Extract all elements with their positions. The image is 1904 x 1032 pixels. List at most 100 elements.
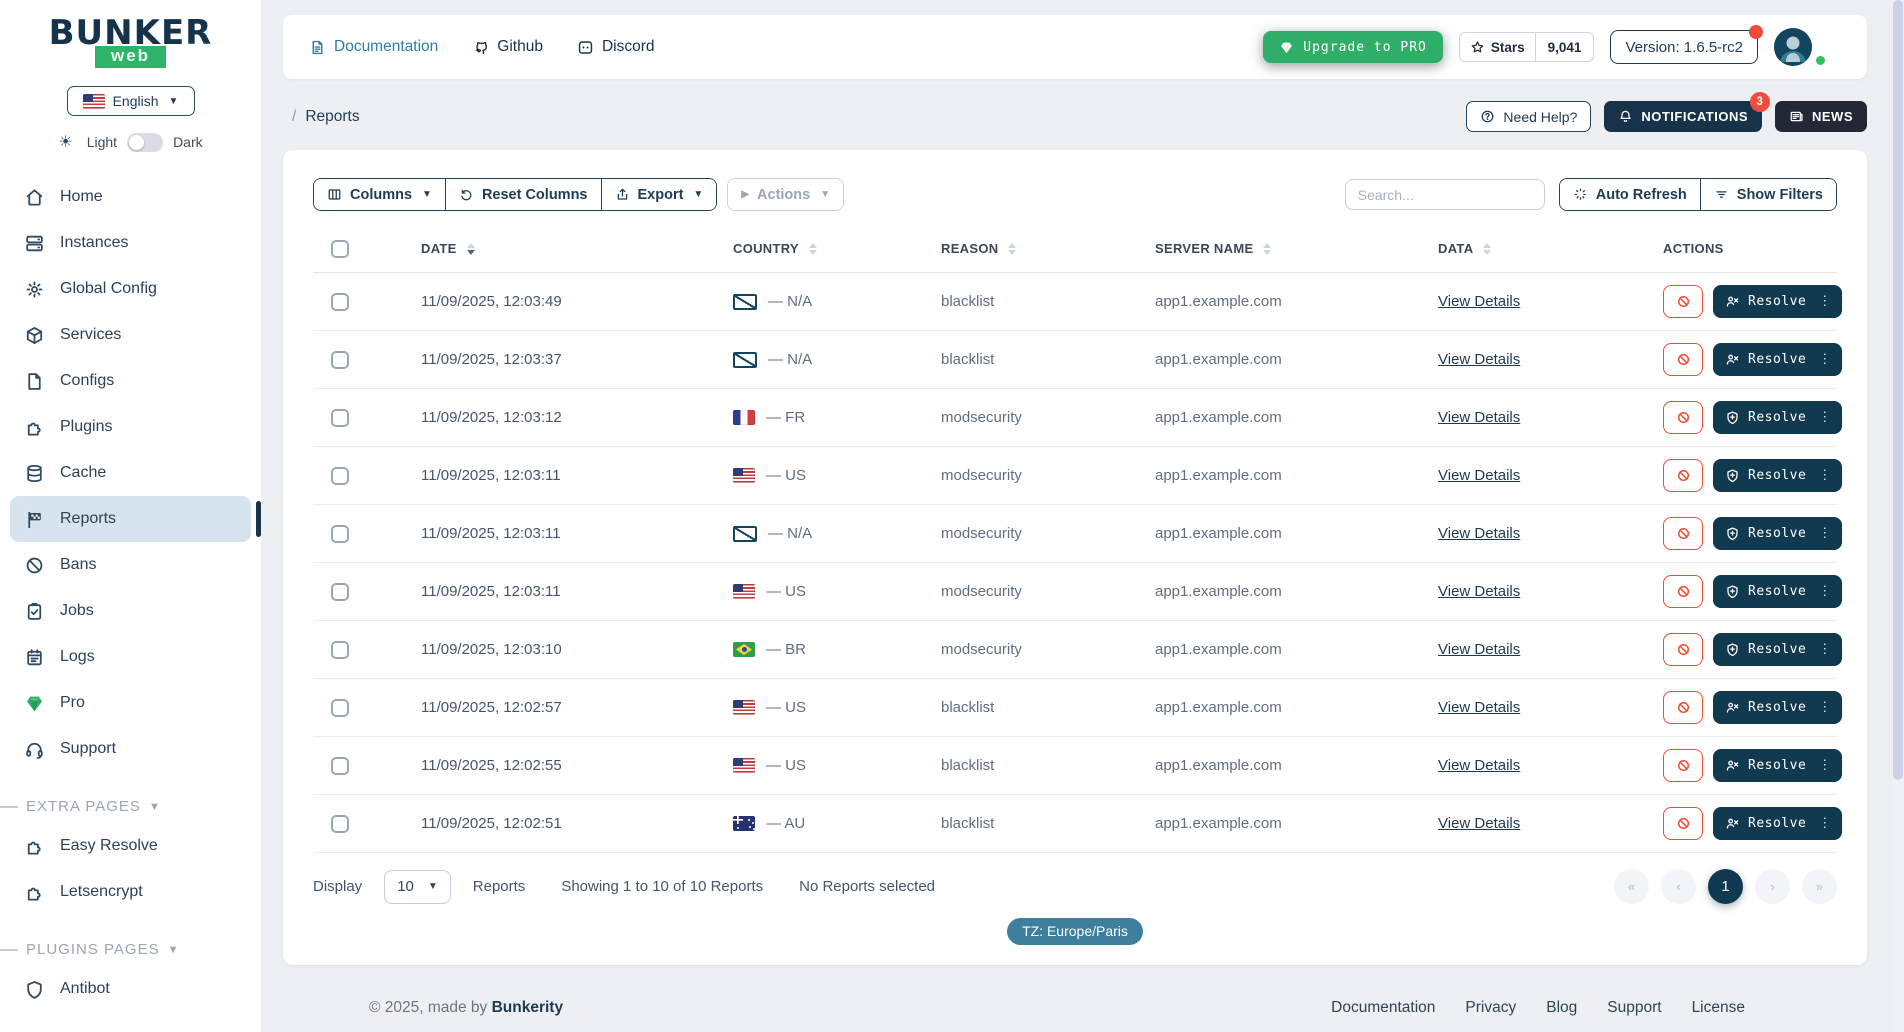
row-checkbox[interactable] — [331, 815, 349, 833]
export-button[interactable]: Export ▼ — [602, 179, 717, 210]
view-details-link[interactable]: View Details — [1438, 757, 1520, 774]
github-link[interactable]: Github — [472, 38, 543, 56]
ban-button[interactable] — [1663, 633, 1703, 666]
version-indicator[interactable]: Version: 1.6.5-rc2 — [1610, 30, 1758, 64]
discord-link[interactable]: Discord — [577, 38, 655, 56]
view-details-link[interactable]: View Details — [1438, 525, 1520, 542]
columns-button[interactable]: Columns ▼ — [314, 179, 446, 210]
resolve-button[interactable]: Resolve ⋮ — [1713, 517, 1842, 550]
column-header-country[interactable]: COUNTRY — [733, 241, 941, 256]
row-checkbox[interactable] — [331, 351, 349, 369]
sidebar-item-pro[interactable]: Pro — [10, 680, 251, 726]
view-details-link[interactable]: View Details — [1438, 293, 1520, 310]
sidebar-item-antibot[interactable]: Antibot — [10, 966, 251, 1012]
row-checkbox[interactable] — [331, 583, 349, 601]
ban-button[interactable] — [1663, 459, 1703, 492]
kebab-menu-icon[interactable]: ⋮ — [1814, 642, 1832, 657]
row-checkbox[interactable] — [331, 699, 349, 717]
footer-link-documentation[interactable]: Documentation — [1331, 999, 1435, 1017]
kebab-menu-icon[interactable]: ⋮ — [1814, 526, 1832, 541]
notifications-button[interactable]: NOTIFICATIONS 3 — [1604, 101, 1762, 132]
kebab-menu-icon[interactable]: ⋮ — [1814, 468, 1832, 483]
kebab-menu-icon[interactable]: ⋮ — [1814, 816, 1832, 831]
row-checkbox[interactable] — [331, 641, 349, 659]
page-size-select[interactable]: 10 ▼ — [384, 870, 451, 904]
sidebar-item-support[interactable]: Support — [10, 726, 251, 772]
resolve-button[interactable]: Resolve ⋮ — [1713, 633, 1842, 666]
sidebar-item-letsencrypt[interactable]: Letsencrypt — [10, 869, 251, 915]
row-checkbox[interactable] — [331, 757, 349, 775]
view-details-link[interactable]: View Details — [1438, 351, 1520, 368]
sidebar-item-easy-resolve[interactable]: Easy Resolve — [10, 823, 251, 869]
sidebar-item-cache[interactable]: Cache — [10, 450, 251, 496]
kebab-menu-icon[interactable]: ⋮ — [1814, 294, 1832, 309]
resolve-button[interactable]: Resolve ⋮ — [1713, 285, 1842, 318]
next-page-button[interactable]: › — [1755, 869, 1790, 904]
need-help-button[interactable]: Need Help? — [1466, 101, 1591, 132]
resolve-button[interactable]: Resolve ⋮ — [1713, 459, 1842, 492]
ban-button[interactable] — [1663, 401, 1703, 434]
sidebar-item-configs[interactable]: Configs — [10, 358, 251, 404]
row-checkbox[interactable] — [331, 467, 349, 485]
sidebar-item-instances[interactable]: Instances — [10, 220, 251, 266]
kebab-menu-icon[interactable]: ⋮ — [1814, 758, 1832, 773]
kebab-menu-icon[interactable]: ⋮ — [1814, 700, 1832, 715]
language-selector[interactable]: English ▼ — [67, 86, 195, 116]
actions-button[interactable]: ▶ Actions ▼ — [728, 179, 843, 210]
ban-button[interactable] — [1663, 807, 1703, 840]
sidebar-item-logs[interactable]: Logs — [10, 634, 251, 680]
kebab-menu-icon[interactable]: ⋮ — [1814, 410, 1832, 425]
sidebar-item-reports[interactable]: Reports — [10, 496, 251, 542]
last-page-button[interactable]: » — [1802, 869, 1837, 904]
ban-button[interactable] — [1663, 517, 1703, 550]
sidebar-section-plugins-pages[interactable]: PLUGINS PAGES ▼ — [10, 941, 251, 958]
column-header-date[interactable]: DATE — [421, 241, 733, 256]
resolve-button[interactable]: Resolve ⋮ — [1713, 691, 1842, 724]
avatar[interactable] — [1774, 28, 1812, 66]
show-filters-button[interactable]: Show Filters — [1701, 179, 1836, 210]
resolve-button[interactable]: Resolve ⋮ — [1713, 401, 1842, 434]
first-page-button[interactable]: « — [1614, 869, 1649, 904]
reset-columns-button[interactable]: Reset Columns — [446, 179, 602, 210]
sidebar-item-global-config[interactable]: Global Config — [10, 266, 251, 312]
row-checkbox[interactable] — [331, 293, 349, 311]
resolve-button[interactable]: Resolve ⋮ — [1713, 575, 1842, 608]
ban-button[interactable] — [1663, 285, 1703, 318]
brand-link[interactable]: Bunkerity — [492, 999, 564, 1016]
column-header-server-name[interactable]: SERVER NAME — [1155, 241, 1438, 256]
view-details-link[interactable]: View Details — [1438, 699, 1520, 716]
ban-button[interactable] — [1663, 691, 1703, 724]
view-details-link[interactable]: View Details — [1438, 583, 1520, 600]
kebab-menu-icon[interactable]: ⋮ — [1814, 584, 1832, 599]
select-all-checkbox[interactable] — [331, 240, 349, 258]
ban-button[interactable] — [1663, 749, 1703, 782]
prev-page-button[interactable]: ‹ — [1661, 869, 1696, 904]
stars-button[interactable]: Stars — [1460, 33, 1536, 61]
footer-link-license[interactable]: License — [1692, 999, 1745, 1017]
resolve-button[interactable]: Resolve ⋮ — [1713, 343, 1842, 376]
page-1-button[interactable]: 1 — [1708, 869, 1743, 904]
auto-refresh-button[interactable]: Auto Refresh — [1560, 179, 1701, 210]
documentation-link[interactable]: Documentation — [309, 38, 438, 56]
sidebar-item-home[interactable]: Home — [10, 174, 251, 220]
row-checkbox[interactable] — [331, 409, 349, 427]
kebab-menu-icon[interactable]: ⋮ — [1814, 352, 1832, 367]
view-details-link[interactable]: View Details — [1438, 641, 1520, 658]
row-checkbox[interactable] — [331, 525, 349, 543]
ban-button[interactable] — [1663, 575, 1703, 608]
column-header-reason[interactable]: REASON — [941, 241, 1155, 256]
breadcrumb-current[interactable]: Reports — [305, 108, 359, 126]
view-details-link[interactable]: View Details — [1438, 467, 1520, 484]
scrollbar-thumb[interactable] — [1893, 0, 1903, 780]
sidebar-item-bans[interactable]: Bans — [10, 542, 251, 588]
footer-link-support[interactable]: Support — [1607, 999, 1661, 1017]
resolve-button[interactable]: Resolve ⋮ — [1713, 749, 1842, 782]
footer-link-privacy[interactable]: Privacy — [1465, 999, 1516, 1017]
sidebar-item-jobs[interactable]: Jobs — [10, 588, 251, 634]
sidebar-section-extra-pages[interactable]: EXTRA PAGES ▼ — [10, 798, 251, 815]
footer-link-blog[interactable]: Blog — [1546, 999, 1577, 1017]
resolve-button[interactable]: Resolve ⋮ — [1713, 807, 1842, 840]
scrollbar[interactable] — [1892, 0, 1904, 1032]
search-input[interactable] — [1345, 179, 1545, 210]
sidebar-item-services[interactable]: Services — [10, 312, 251, 358]
